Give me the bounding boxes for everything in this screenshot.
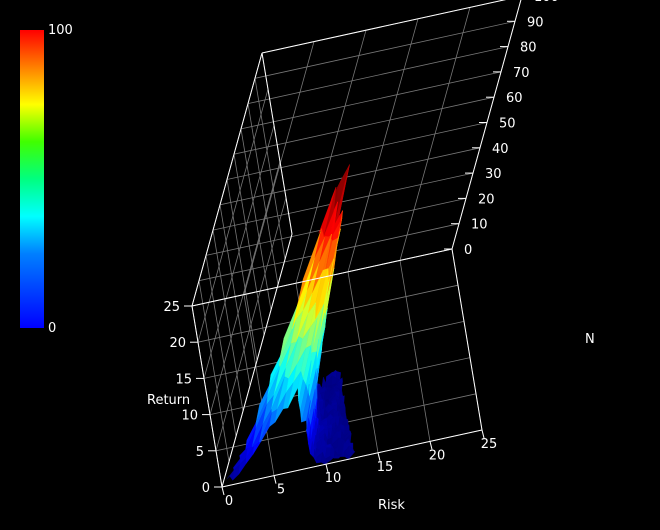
x-tick-label: 20 xyxy=(429,448,446,463)
x-tick-mark xyxy=(273,475,277,484)
x-tick-label: 10 xyxy=(325,471,342,486)
z-tick-label: 100 xyxy=(534,0,559,5)
back-wall-grid-line xyxy=(254,78,286,260)
z-axis-title: N xyxy=(585,332,595,347)
axis-layer: 0 5 10 15 20 25 0 5 10 15 20 25 0 10 20 30 40 50 60 70 80 90 1… xyxy=(163,0,559,509)
colorbar xyxy=(20,30,44,328)
y-axis-title: Return xyxy=(147,393,190,408)
back-wall-grid-line xyxy=(198,280,230,462)
x-tick-mark xyxy=(221,486,225,496)
z-tick-label: 90 xyxy=(527,15,544,30)
z-tick-label: 50 xyxy=(499,117,516,132)
side-wall-grid-line xyxy=(233,96,495,155)
back-wall-grid-line xyxy=(240,128,272,310)
x-axis-title: Risk xyxy=(378,498,405,513)
floor-grid-line xyxy=(347,271,379,453)
back-wall-grid-line xyxy=(219,204,251,386)
back-wall-grid-line xyxy=(205,255,237,437)
chart-svg: 100 0 0 5 10 15 20 25 0 5 10 15 20 25 0 10 20 30 40 50 60 7… xyxy=(20,0,595,513)
grid-layer xyxy=(191,0,522,488)
y-tick-label: 5 xyxy=(196,445,204,460)
x-tick-label: 25 xyxy=(481,437,498,452)
x-tick-label: 0 xyxy=(225,494,233,509)
back-wall-grid-line xyxy=(233,154,265,336)
z-tick-label: 10 xyxy=(471,218,488,233)
back-wall-grid-line xyxy=(197,89,269,343)
z-tick-label: 80 xyxy=(520,41,537,56)
z-tick-label: 70 xyxy=(513,66,530,81)
side-wall-grid-line xyxy=(219,147,481,206)
z-tick-label: 40 xyxy=(492,142,509,157)
side-wall-grid-line xyxy=(240,71,502,130)
y-tick-label: 15 xyxy=(175,372,192,387)
colorbar-min-label: 0 xyxy=(48,321,56,336)
side-wall-grid-line xyxy=(254,20,516,79)
axis-edge xyxy=(261,0,507,54)
x-tick-label: 15 xyxy=(377,460,394,475)
x-tick-label: 5 xyxy=(277,483,285,498)
y-tick-label: 25 xyxy=(163,300,180,315)
y-tick-label: 10 xyxy=(181,409,198,424)
side-wall-grid-line xyxy=(261,0,506,54)
z-tick-label: 20 xyxy=(478,192,495,207)
y-tick-label: 0 xyxy=(202,481,210,496)
axis-edge xyxy=(191,305,223,488)
z-tick-label: 30 xyxy=(485,167,502,182)
back-wall-grid-line xyxy=(212,230,244,412)
z-tick-label: 0 xyxy=(464,243,472,258)
surface-layer xyxy=(227,164,356,481)
surface-patch xyxy=(344,425,350,431)
side-wall-grid-line xyxy=(247,46,509,104)
back-wall-grid-line xyxy=(226,179,258,361)
back-wall-grid-line xyxy=(203,125,275,379)
floor-grid-line xyxy=(399,260,431,442)
back-wall-grid-line xyxy=(247,103,279,285)
z-tick-label: 60 xyxy=(506,91,523,106)
axis-edge xyxy=(261,52,293,235)
floor-grid-line xyxy=(203,321,465,379)
y-tick-label: 20 xyxy=(169,336,186,351)
axis-edge xyxy=(451,248,483,431)
colorbar-max-label: 100 xyxy=(48,23,73,38)
side-wall-grid-line xyxy=(226,122,488,180)
